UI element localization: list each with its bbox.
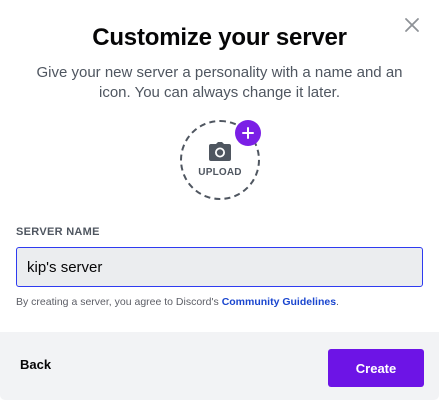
plus-icon — [242, 127, 254, 139]
back-button[interactable]: Back — [20, 357, 51, 372]
modal-footer: Back Create — [0, 332, 439, 400]
community-guidelines-link[interactable]: Community Guidelines — [222, 296, 336, 308]
modal-subtitle: Give your new server a personality with … — [36, 64, 403, 101]
upload-label: UPLOAD — [198, 167, 242, 178]
terms-suffix: . — [336, 296, 339, 308]
server-name-input[interactable] — [16, 247, 423, 287]
create-button[interactable]: Create — [328, 349, 424, 387]
terms-prefix: By creating a server, you agree to Disco… — [16, 296, 222, 308]
camera-icon — [209, 142, 231, 161]
add-icon-badge[interactable] — [235, 120, 261, 146]
customize-server-modal: Customize your server Give your new serv… — [0, 0, 439, 400]
modal-title: Customize your server — [92, 24, 347, 51]
terms-text: By creating a server, you agree to Disco… — [16, 296, 339, 308]
server-name-label: SERVER NAME — [16, 226, 100, 238]
